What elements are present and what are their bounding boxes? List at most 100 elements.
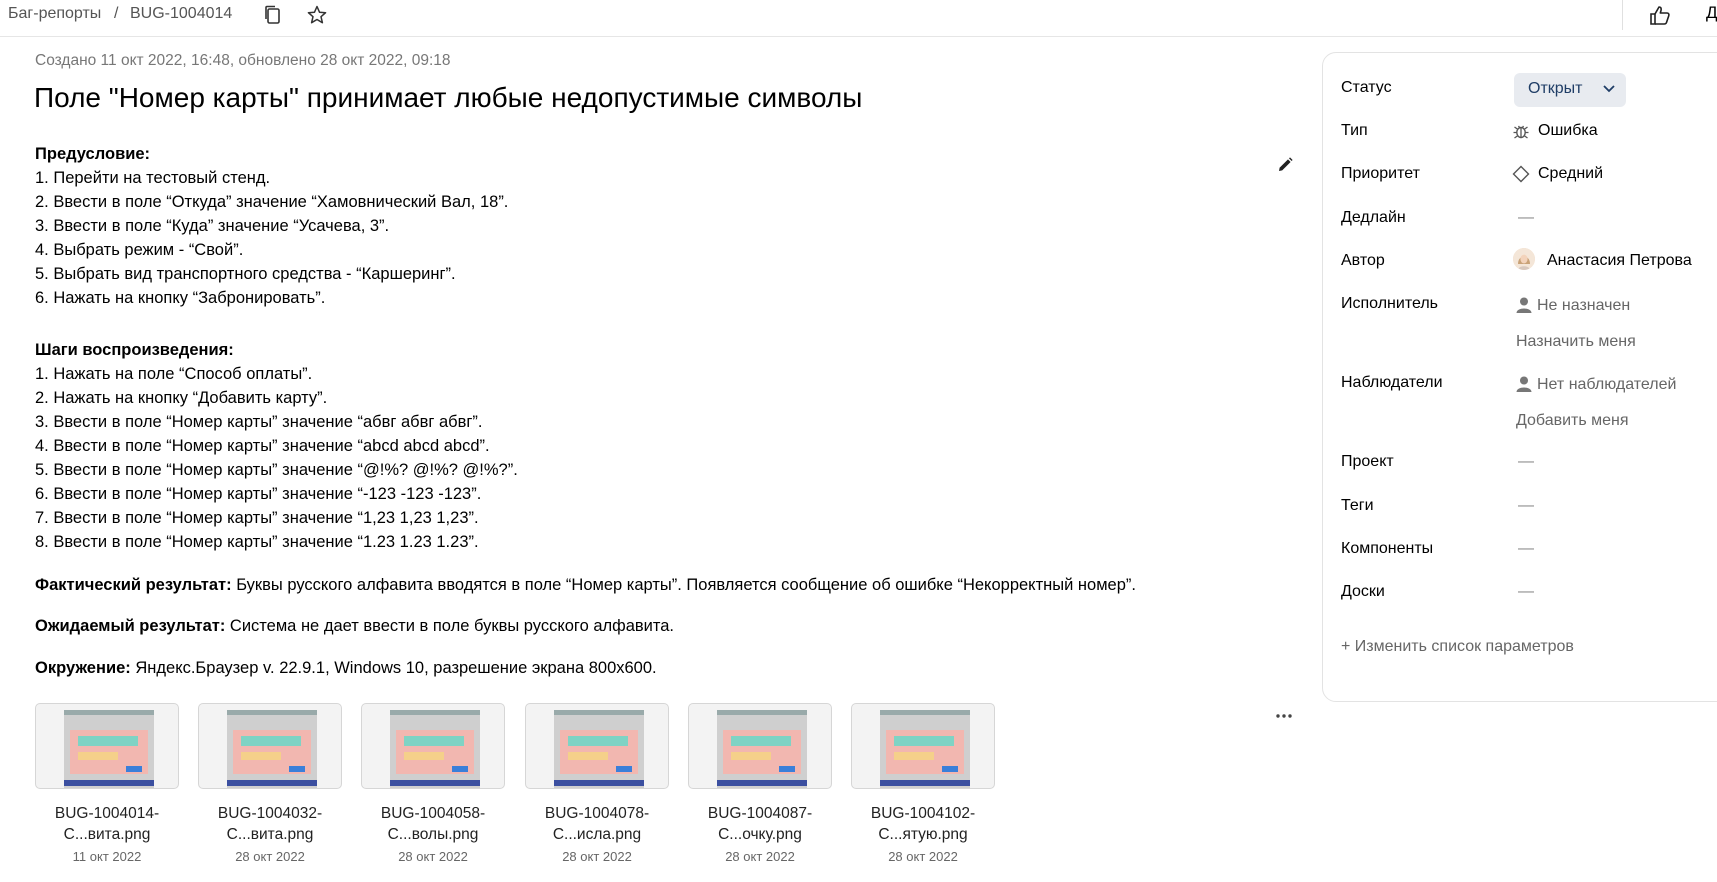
attachment-name: BUG-1004014- [54,805,160,822]
star-icon[interactable] [306,4,328,26]
attachment-item[interactable]: BUG-1004078- С...исла.png 28 окт 2022 [525,703,669,864]
attachment-name: BUG-1004087- [707,805,813,822]
list-item: 5. Ввести в поле “Номер карты” значение … [35,461,518,479]
followers-label: Наблюдатели [1341,374,1443,391]
attachment-thumbnail[interactable] [35,703,179,789]
priority-value[interactable]: Средний [1538,165,1603,183]
attachment-name: С...вита.png [226,826,314,843]
list-item: 2. Ввести в поле “Откуда” значение “Хамо… [35,193,509,211]
breadcrumb-parent[interactable]: Баг-репорты [8,5,101,23]
attachment-name: С...вита.png [63,826,151,843]
deadline-value[interactable]: — [1518,209,1534,227]
attachment-name: С...волы.png [387,826,479,843]
attachment-name: BUG-1004058- [380,805,486,822]
avatar [1513,248,1535,270]
attachment-item[interactable]: BUG-1004087- С...очку.png 28 окт 2022 [688,703,832,864]
copy-icon[interactable] [262,4,284,26]
assign-me-link[interactable]: Назначить меня [1516,333,1636,351]
list-item: 8. Ввести в поле “Номер карты” значение … [35,533,479,551]
attachment-name: BUG-1004078- [544,805,650,822]
attachment-item[interactable]: BUG-1004014- С...вита.png 11 окт 2022 [35,703,179,864]
top-bar: Баг-репорты / BUG-1004014 Д [0,0,1717,37]
priority-label: Приоритет [1341,165,1420,182]
status-label: Статус [1341,79,1392,96]
attachment-date: 28 окт 2022 [888,849,958,864]
attachment-item[interactable]: BUG-1004032- С...вита.png 28 окт 2022 [198,703,342,864]
list-item: 2. Нажать на кнопку “Добавить карту”. [35,389,328,407]
environment-label: Окружение: [35,659,131,677]
bug-icon [1513,125,1529,139]
change-parameters-button[interactable]: + Изменить список параметров [1341,638,1574,656]
attachment-name: С...ятую.png [878,826,968,843]
project-label: Проект [1341,453,1394,470]
top-right-button-label[interactable]: Д [1706,3,1717,23]
attachment-name: С...исла.png [552,826,642,843]
steps-header: Шаги воспроизведения: [35,341,234,359]
type-label: Тип [1341,122,1368,139]
list-item: 6. Ввести в поле “Номер карты” значение … [35,485,482,503]
list-item: 1. Нажать на поле “Способ оплаты”. [35,365,313,383]
diamond-icon [1512,165,1530,183]
boards-label: Доски [1341,583,1385,600]
author-value[interactable]: Анастасия Петрова [1547,252,1692,270]
person-icon [1516,376,1532,392]
issue-meta: Создано 11 окт 2022, 16:48, обновлено 28… [35,52,451,69]
attachment-name: С...очку.png [718,826,802,843]
attachment-item[interactable]: BUG-1004058- С...волы.png 28 окт 2022 [361,703,505,864]
page-title: Поле "Номер карты" принимает любые недоп… [34,82,863,113]
status-dropdown[interactable]: Открыт [1514,73,1626,107]
tags-label: Теги [1341,497,1374,514]
attachment-date: 28 окт 2022 [235,849,305,864]
attachment-name: BUG-1004102- [870,805,976,822]
list-item: 6. Нажать на кнопку “Забронировать”. [35,289,326,307]
actual-result: Фактический результат: Буквы русского ал… [35,573,1136,597]
environment-text: Яндекс.Браузер v. 22.9.1, Windows 10, ра… [130,659,657,677]
attachment-thumbnail[interactable] [688,703,832,789]
breadcrumb-separator: / [114,5,119,22]
attachment-date: 11 окт 2022 [72,849,142,864]
pencil-icon[interactable] [1276,156,1294,174]
person-icon [1516,297,1532,313]
list-item: 5. Выбрать вид транспортного средства - … [35,265,456,283]
actual-result-label: Фактический результат: [35,576,232,594]
attachment-name: BUG-1004032- [217,805,323,822]
attachment-thumbnail[interactable] [361,703,505,789]
list-item: 1. Перейти на тестовый стенд. [35,169,271,187]
tags-value[interactable]: — [1518,497,1534,515]
list-item: 4. Выбрать режим - “Свой”. [35,241,244,259]
list-item: 7. Ввести в поле “Номер карты” значение … [35,509,479,527]
add-me-link[interactable]: Добавить меня [1516,412,1629,430]
precondition-header: Предусловие: [35,145,151,163]
more-options-icon[interactable] [1275,712,1293,720]
precondition-section: Предусловие: 1. Перейти на тестовый стен… [35,142,508,310]
list-item: 3. Ввести в поле “Куда” значение “Усачев… [35,217,390,235]
components-value[interactable]: — [1518,540,1534,558]
attachment-thumbnail[interactable] [198,703,342,789]
attachment-date: 28 окт 2022 [398,849,468,864]
thumbs-up-icon[interactable] [1648,4,1672,26]
type-value[interactable]: Ошибка [1538,122,1598,140]
steps-section: Шаги воспроизведения: 1. Нажать на поле … [35,338,518,554]
attachment-date: 28 окт 2022 [562,849,632,864]
expected-result-text: Система не дает ввести в поле буквы русс… [225,617,675,635]
project-value[interactable]: — [1518,453,1534,471]
boards-value[interactable]: — [1518,583,1534,601]
assignee-value: Не назначен [1537,297,1631,314]
list-item: 4. Ввести в поле “Номер карты” значение … [35,437,490,455]
followers-value: Нет наблюдателей [1537,376,1677,393]
assignee-label: Исполнитель [1341,295,1439,312]
breadcrumb-current: BUG-1004014 [130,5,233,22]
attachment-date: 28 окт 2022 [725,849,795,864]
list-item: 3. Ввести в поле “Номер карты” значение … [35,413,483,431]
chevron-down-icon [1603,85,1615,93]
status-value: Открыт [1528,80,1583,97]
attachment-item[interactable]: BUG-1004102- С...ятую.png 28 окт 2022 [851,703,995,864]
attachment-thumbnail[interactable] [851,703,995,789]
expected-result-label: Ожидаемый результат: [35,617,226,635]
deadline-label: Дедлайн [1341,209,1406,226]
attachment-thumbnail[interactable] [525,703,669,789]
environment: Окружение: Яндекс.Браузер v. 22.9.1, Win… [35,656,657,680]
components-label: Компоненты [1341,540,1434,557]
actual-result-text: Буквы русского алфавита вводятся в поле … [231,576,1136,594]
author-label: Автор [1341,252,1385,269]
